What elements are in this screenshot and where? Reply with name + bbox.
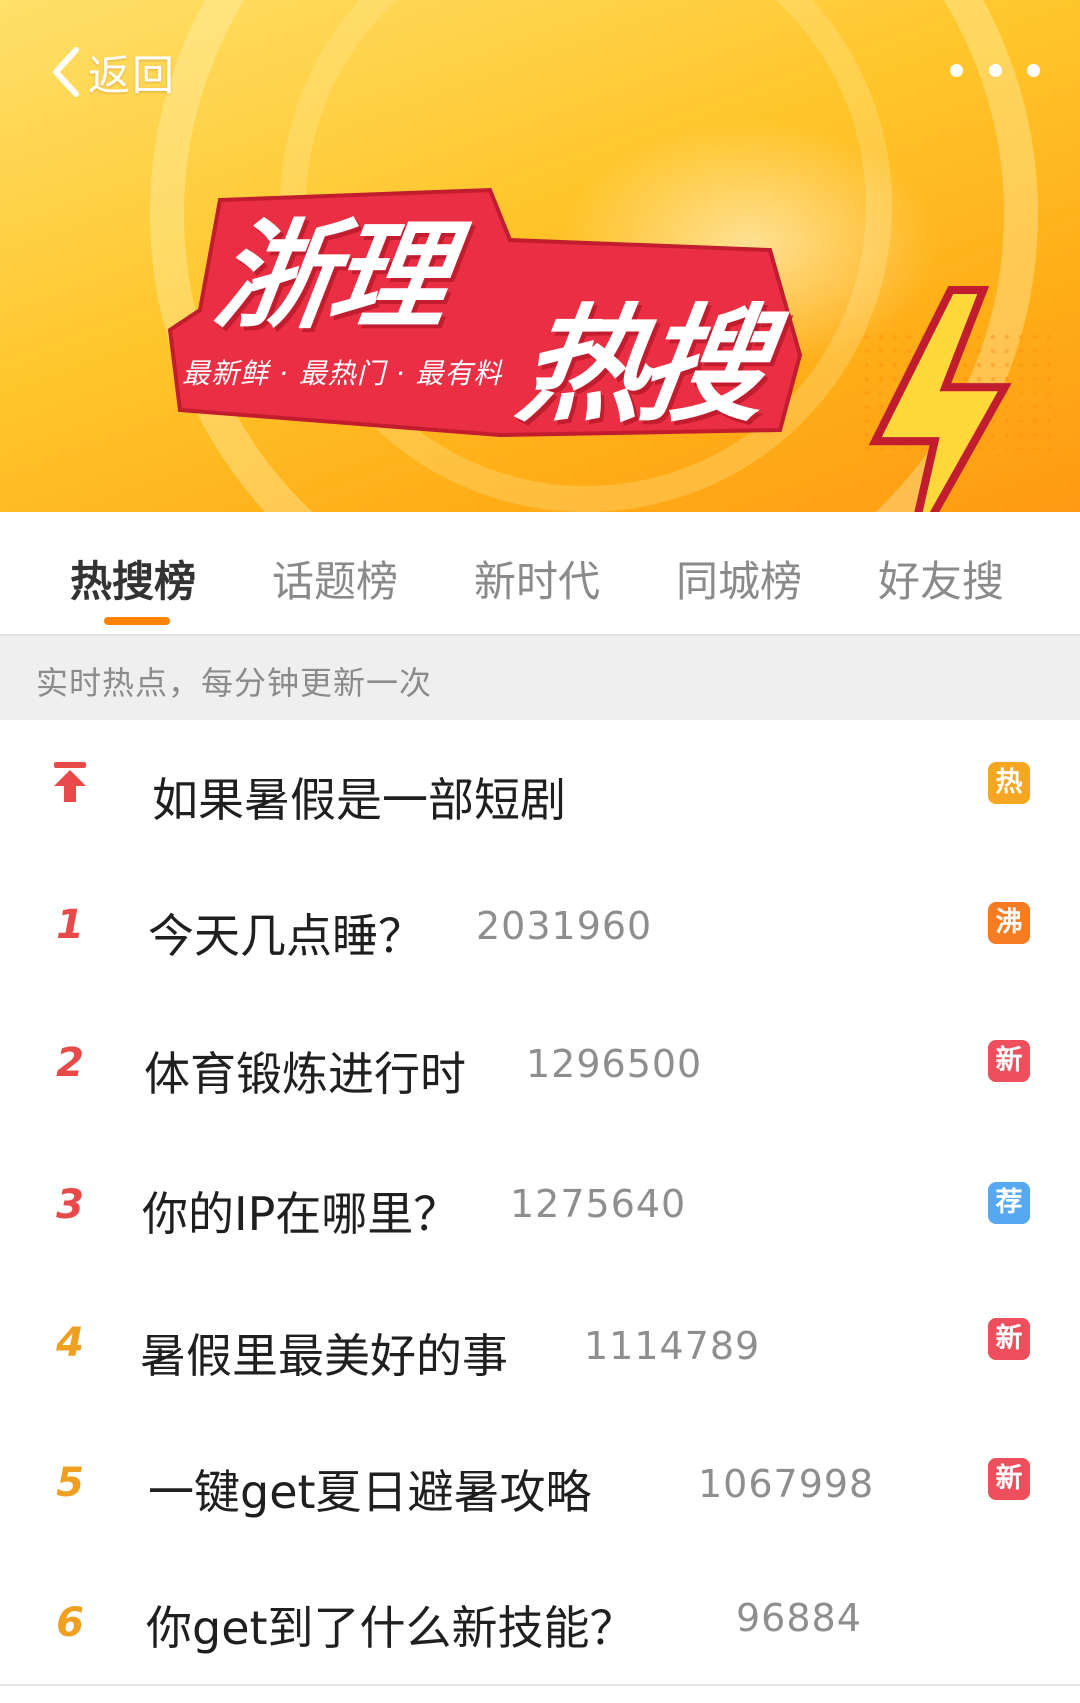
active-tab-indicator <box>104 617 170 625</box>
item-count: 1275640 <box>510 1182 687 1226</box>
item-rank: 3 <box>56 1182 84 1228</box>
badge-boiling: 沸 <box>988 902 1030 944</box>
notice-text: 实时热点，每分钟更新一次 <box>36 664 433 702</box>
back-button[interactable]: 返回 <box>48 44 176 100</box>
lightning-icon <box>868 285 1012 512</box>
badge-new: 新 <box>988 1318 1030 1360</box>
badge-recommended: 荐 <box>988 1182 1030 1224</box>
item-count: 1114789 <box>584 1324 761 1368</box>
banner-logo: 浙理 热搜 最新鲜 · 最热门 · 最有料 <box>160 180 1012 512</box>
header-banner: 返回 浙理 热搜 最新鲜 · 最热门 · 最有料 <box>0 0 1080 512</box>
chevron-left-icon <box>53 47 79 97</box>
tab-new-era[interactable]: 新时代 <box>474 548 600 609</box>
item-count: 1296500 <box>526 1042 703 1086</box>
badge-hot: 热 <box>988 762 1030 804</box>
tab-hot-search[interactable]: 热搜榜 <box>70 548 196 609</box>
list-item[interactable]: 6 你get到了什么新技能？ 96884 <box>0 1548 1080 1686</box>
list-item[interactable]: 2 体育锻炼进行时 1296500 新 <box>0 992 1080 1134</box>
item-rank: 2 <box>56 1040 84 1086</box>
tab-friends[interactable]: 好友搜 <box>878 548 1004 609</box>
item-count: 2031960 <box>476 904 653 948</box>
list-item[interactable]: 5 一键get夏日避暑攻略 1067998 新 <box>0 1412 1080 1550</box>
more-dots-icon <box>988 63 1002 77</box>
item-title: 今天几点睡？ <box>148 909 424 963</box>
list-item[interactable]: 4 暑假里最美好的事 1114789 新 <box>0 1272 1080 1414</box>
item-title: 你的IP在哪里？ <box>142 1187 460 1241</box>
item-title: 一键get夏日避暑攻略 <box>148 1465 592 1519</box>
more-dots-icon <box>950 63 963 77</box>
item-title: 暑假里最美好的事 <box>140 1329 508 1383</box>
item-title: 你get到了什么新技能？ <box>146 1601 636 1655</box>
item-title: 体育锻炼进行时 <box>144 1047 466 1101</box>
badge-new: 新 <box>988 1458 1030 1500</box>
more-button[interactable] <box>950 50 1040 90</box>
list-item[interactable]: 1 今天几点睡？ 2031960 沸 <box>0 856 1080 994</box>
list-item[interactable]: 3 你的IP在哪里？ 1275640 荐 <box>0 1132 1080 1274</box>
item-count: 96884 <box>736 1596 862 1640</box>
item-rank: 6 <box>56 1600 84 1646</box>
item-rank: 4 <box>56 1320 84 1366</box>
list-item-pinned[interactable]: 如果暑假是一部短剧 热 <box>0 720 1080 858</box>
tab-topics[interactable]: 话题榜 <box>272 548 398 609</box>
badge-new: 新 <box>988 1040 1030 1082</box>
item-rank: 1 <box>56 902 84 948</box>
logo-slogan: 最新鲜 · 最热门 · 最有料 <box>182 357 503 390</box>
item-rank: 5 <box>56 1460 84 1506</box>
more-dots-icon <box>1027 63 1040 77</box>
item-count: 1067998 <box>698 1462 875 1506</box>
pin-top-icon <box>54 762 86 802</box>
tab-bar: 热搜榜 话题榜 新时代 同城榜 好友搜 <box>0 512 1080 636</box>
back-label: 返回 <box>88 50 177 100</box>
item-title: 如果暑假是一部短剧 <box>152 773 566 827</box>
tab-local[interactable]: 同城榜 <box>676 548 802 609</box>
logo-title: 浙理 <box>206 207 455 345</box>
notice-bar: 实时热点，每分钟更新一次 <box>0 636 1080 720</box>
